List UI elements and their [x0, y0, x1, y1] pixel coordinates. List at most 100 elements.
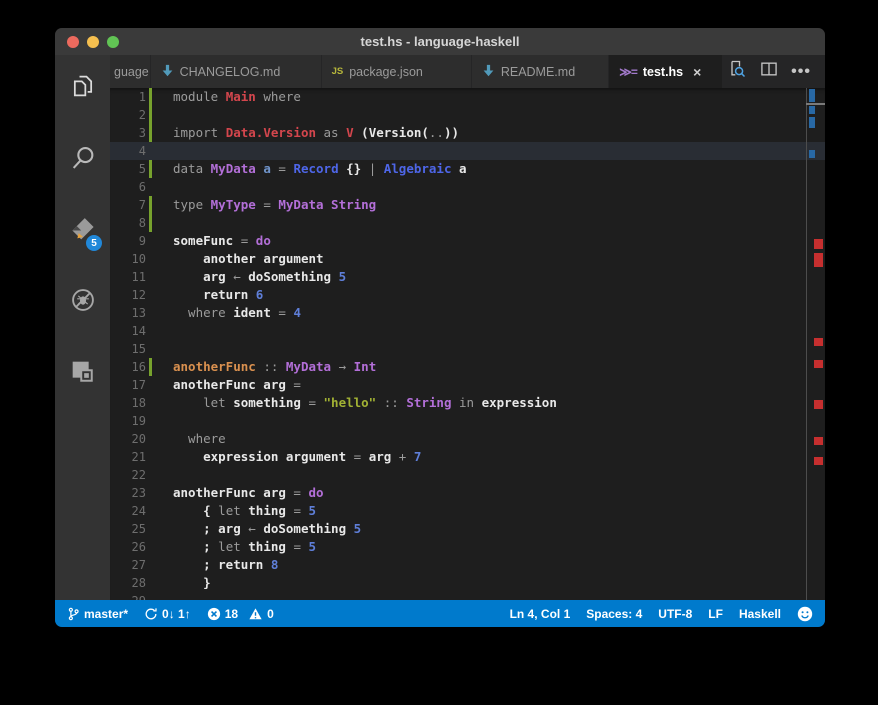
code-token: + [391, 449, 414, 464]
tab-changelog-md[interactable]: CHANGELOG.md [151, 55, 321, 88]
scrollbar-slider-edge [806, 103, 825, 105]
line-number: 16 [110, 358, 146, 376]
code-line-20[interactable]: 20 where [110, 430, 825, 448]
code-line-16[interactable]: 16anotherFunc :: MyData → Int [110, 358, 825, 376]
title-bar[interactable]: test.hs - language-haskell [55, 28, 825, 55]
line-number: 13 [110, 304, 146, 322]
line-number: 11 [110, 268, 146, 286]
haskell-icon: ≫= [619, 65, 637, 79]
tab-label: CHANGELOG.md [180, 65, 281, 79]
language-mode-status[interactable]: Haskell [739, 607, 781, 621]
git-branch-status[interactable]: master* [67, 607, 128, 621]
code-token [173, 539, 203, 554]
code-token: = [233, 233, 256, 248]
ruler-error-mark [814, 338, 823, 346]
code-token: = [286, 503, 309, 518]
code-line-1[interactable]: 1module Main where [110, 88, 825, 106]
close-tab-icon[interactable]: × [693, 64, 701, 80]
close-window-button[interactable] [67, 36, 79, 48]
open-preview-button[interactable] [723, 59, 751, 85]
sync-counts: 0↓ 1↑ [162, 607, 191, 621]
tab-language[interactable]: guage [110, 55, 150, 88]
code-line-24[interactable]: 24 { let thing = 5 [110, 502, 825, 520]
code-token [173, 269, 203, 284]
line-number: 10 [110, 250, 146, 268]
feedback-smiley-icon[interactable] [797, 606, 813, 622]
code-line-13[interactable]: 13 where ident = 4 [110, 304, 825, 322]
code-line-3[interactable]: 3import Data.Version as V (Version(..)) [110, 124, 825, 142]
sidebar-item-debug[interactable] [55, 275, 110, 325]
code-line-11[interactable]: 11 arg ← doSomething 5 [110, 268, 825, 286]
code-token [173, 395, 203, 410]
sidebar-item-extensions[interactable] [55, 347, 110, 397]
code-line-25[interactable]: 25 ; arg ← doSomething 5 [110, 520, 825, 538]
code-line-19[interactable]: 19 [110, 412, 825, 430]
tab-package-json[interactable]: JS package.json [322, 55, 471, 88]
code-token [173, 521, 203, 536]
code-line-17[interactable]: 17anotherFunc arg = [110, 376, 825, 394]
code-line-27[interactable]: 27 ; return 8 [110, 556, 825, 574]
indentation-status[interactable]: Spaces: 4 [586, 607, 642, 621]
code-token: let [218, 503, 248, 518]
line-number: 22 [110, 466, 146, 484]
sidebar-item-explorer[interactable] [55, 61, 110, 111]
code-token: = [256, 197, 279, 212]
eol-status[interactable]: LF [708, 607, 723, 621]
code-token: = [301, 395, 324, 410]
markdown-icon [482, 64, 495, 80]
code-line-10[interactable]: 10 another argument [110, 250, 825, 268]
code-token: module [173, 89, 226, 104]
code-token: where [173, 305, 233, 320]
code-line-21[interactable]: 21 expression argument = arg + 7 [110, 448, 825, 466]
code-token: anotherFunc arg [173, 377, 286, 392]
line-number: 21 [110, 448, 146, 466]
code-line-5[interactable]: 5data MyData a = Record {} | Algebraic a [110, 160, 825, 178]
minimize-window-button[interactable] [87, 36, 99, 48]
more-actions-button[interactable]: ••• [787, 59, 815, 85]
code-line-29[interactable]: 29 [110, 592, 825, 600]
overview-ruler[interactable] [806, 88, 825, 600]
code-line-2[interactable]: 2 [110, 106, 825, 124]
code-line-7[interactable]: 7type MyType = MyData String [110, 196, 825, 214]
code-token: "hello" [324, 395, 377, 410]
code-token: MyData String [278, 197, 376, 212]
git-change-indicator [149, 196, 152, 214]
code-line-6[interactable]: 6 [110, 178, 825, 196]
tab-test-hs[interactable]: ≫= test.hs × [609, 55, 722, 88]
files-icon [69, 72, 97, 100]
code-line-26[interactable]: 26 ; let thing = 5 [110, 538, 825, 556]
code-line-14[interactable]: 14 [110, 322, 825, 340]
code-line-9[interactable]: 9someFunc = do [110, 232, 825, 250]
ruler-error-mark [814, 457, 823, 465]
zoom-window-button[interactable] [107, 36, 119, 48]
cursor-position-status[interactable]: Ln 4, Col 1 [510, 607, 571, 621]
git-sync-status[interactable]: 0↓ 1↑ [144, 607, 191, 621]
tab-readme-md[interactable]: README.md [472, 55, 608, 88]
git-change-indicator [149, 160, 152, 178]
extensions-icon [69, 358, 97, 386]
split-editor-button[interactable] [755, 59, 783, 85]
problems-status[interactable]: 18 0 [207, 607, 274, 621]
code-token: thing [248, 503, 286, 518]
sidebar-item-search[interactable] [55, 133, 110, 183]
code-line-28[interactable]: 28 } [110, 574, 825, 592]
code-token: doSomething [263, 521, 346, 536]
code-token: ; return [203, 557, 263, 572]
code-line-22[interactable]: 22 [110, 466, 825, 484]
code-token: another argument [203, 251, 323, 266]
code-token: = [346, 449, 369, 464]
code-token: } [203, 575, 211, 590]
code-line-8[interactable]: 8 [110, 214, 825, 232]
code-line-4[interactable]: 4 [110, 142, 825, 160]
code-line-15[interactable]: 15 [110, 340, 825, 358]
code-line-23[interactable]: 23anotherFunc arg = do [110, 484, 825, 502]
code-token: ← [226, 269, 249, 284]
code-line-12[interactable]: 12 return 6 [110, 286, 825, 304]
sidebar-item-source-control[interactable]: 5 [55, 205, 110, 255]
encoding-status[interactable]: UTF-8 [658, 607, 692, 621]
code-line-18[interactable]: 18 let something = "hello" :: String in … [110, 394, 825, 412]
ellipsis-icon: ••• [791, 63, 811, 81]
code-token: let [218, 539, 248, 554]
code-editor[interactable]: 1module Main where23import Data.Version … [110, 88, 825, 600]
code-token [173, 449, 203, 464]
